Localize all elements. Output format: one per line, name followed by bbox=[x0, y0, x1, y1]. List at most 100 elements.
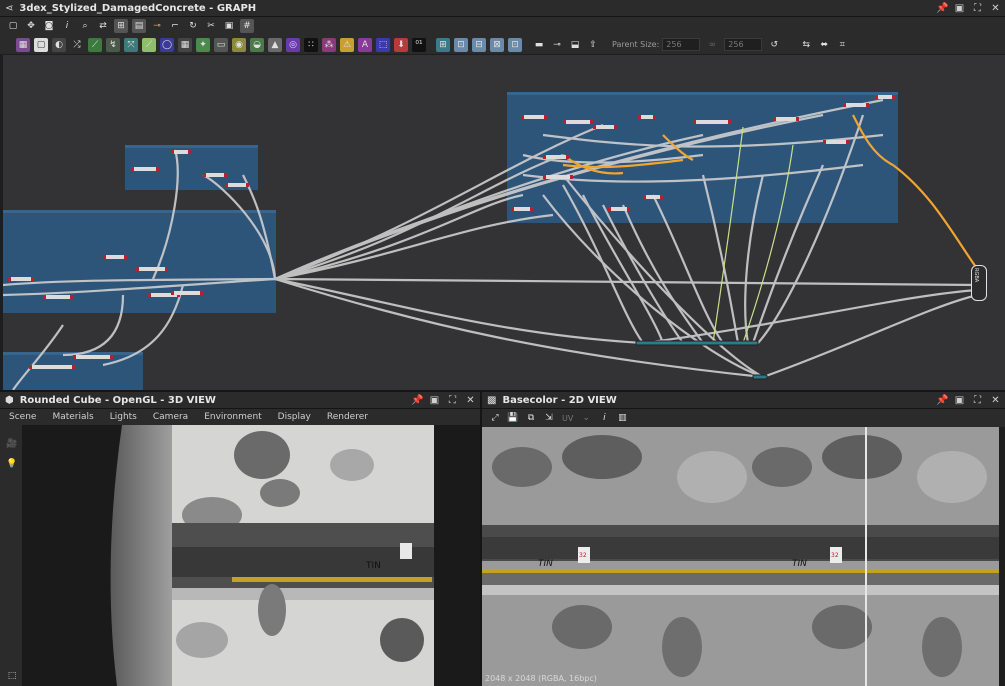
link-icon[interactable]: ⇄ bbox=[96, 19, 110, 33]
node-height-icon[interactable]: ▲ bbox=[268, 37, 282, 52]
graph-node[interactable] bbox=[823, 140, 849, 144]
value-processor-icon[interactable]: ⊡ bbox=[508, 37, 522, 52]
fit-icon[interactable]: ⤢ bbox=[488, 411, 502, 425]
restore-icon[interactable]: ▣ bbox=[954, 3, 965, 14]
menu-environment[interactable]: Environment bbox=[204, 412, 261, 422]
close-icon[interactable]: ✕ bbox=[990, 395, 1001, 406]
copy-icon[interactable]: ⧉ bbox=[524, 411, 538, 425]
info-icon[interactable]: i bbox=[597, 411, 611, 425]
node-color-wheel-icon[interactable]: ◎ bbox=[286, 37, 300, 52]
fx-map-icon[interactable]: ⊡ bbox=[454, 37, 468, 52]
menu-scene[interactable]: Scene bbox=[9, 412, 36, 422]
tools-icon[interactable]: ✂ bbox=[204, 19, 218, 33]
menu-camera[interactable]: Camera bbox=[153, 412, 188, 422]
node-shape-icon[interactable]: ◯ bbox=[160, 37, 174, 52]
graph-node[interactable] bbox=[521, 115, 547, 119]
output-node[interactable]: RGBA bbox=[971, 265, 987, 301]
graph-node[interactable] bbox=[8, 277, 34, 281]
graph-node[interactable] bbox=[563, 120, 593, 124]
uv-select[interactable]: UV bbox=[562, 414, 573, 423]
info-icon[interactable]: i bbox=[60, 19, 74, 33]
view2d-viewport[interactable]: TIN TIN 32 32 2048 x 2048 (RGBA, 16bpc) bbox=[482, 427, 999, 686]
graph-node[interactable] bbox=[225, 183, 249, 187]
node-input-icon[interactable]: ▭ bbox=[214, 37, 228, 52]
graph-node[interactable] bbox=[773, 117, 799, 121]
link-size-icon[interactable]: ∞ bbox=[705, 38, 719, 52]
comp-graph-icon[interactable]: ⊞ bbox=[436, 37, 450, 52]
menu-display[interactable]: Display bbox=[278, 412, 311, 422]
graph-node[interactable] bbox=[136, 267, 168, 271]
connector-icon[interactable]: ⊸ bbox=[150, 19, 164, 33]
node-levels-icon[interactable]: ◐ bbox=[52, 37, 66, 52]
graph-layout-icon[interactable]: ⊞ bbox=[114, 19, 128, 33]
graph-node[interactable] bbox=[638, 115, 656, 119]
close-icon[interactable]: ✕ bbox=[990, 3, 1001, 14]
align-nodes-icon[interactable]: ⇆ bbox=[799, 38, 813, 52]
node-curve-icon[interactable]: ⟋ bbox=[88, 37, 102, 52]
frame-select-icon[interactable]: ▢ bbox=[6, 19, 20, 33]
parent-size-height-select[interactable]: 256 bbox=[724, 38, 763, 51]
fit-view-icon[interactable]: ✥ bbox=[24, 19, 38, 33]
grid-icon[interactable]: ▤ bbox=[132, 19, 146, 33]
restore-icon[interactable]: ▣ bbox=[429, 395, 440, 406]
node-gradient-icon[interactable]: ⟋ bbox=[142, 37, 156, 52]
publish-icon[interactable]: ⇧ bbox=[586, 38, 600, 52]
graph-node[interactable] bbox=[843, 103, 869, 107]
node-transform-icon[interactable]: ⤧ bbox=[124, 37, 138, 52]
node-value-icon[interactable]: ⁰¹ bbox=[412, 37, 426, 52]
graph-node[interactable] bbox=[543, 175, 573, 179]
graph-node[interactable] bbox=[131, 167, 159, 171]
node-output-icon[interactable]: ⬇ bbox=[394, 37, 408, 52]
node-noise-icon[interactable]: ∷ bbox=[304, 37, 318, 52]
node-text-icon[interactable]: A bbox=[358, 37, 372, 52]
graph-node[interactable] bbox=[203, 173, 227, 177]
light-icon[interactable]: 💡 bbox=[5, 457, 19, 471]
node-uniform-color-icon[interactable]: ▢ bbox=[34, 37, 48, 52]
reset-size-icon[interactable]: ↺ bbox=[767, 38, 781, 52]
export-icon[interactable]: ⬓ bbox=[568, 38, 582, 52]
histogram-icon[interactable]: ▥ bbox=[615, 411, 629, 425]
distribute-nodes-icon[interactable]: ⬌ bbox=[817, 38, 831, 52]
restore-icon[interactable]: ▣ bbox=[954, 395, 965, 406]
maximize-icon[interactable]: ⛶ bbox=[447, 395, 458, 406]
pin-icon[interactable]: 📌 bbox=[411, 395, 423, 406]
graph-node[interactable] bbox=[693, 120, 731, 124]
node-bitmap-icon[interactable]: ▦ bbox=[16, 37, 30, 52]
menu-lights[interactable]: Lights bbox=[110, 412, 137, 422]
graph-node[interactable] bbox=[103, 255, 127, 259]
search-icon[interactable]: ⌕ bbox=[78, 19, 92, 33]
node-switch-icon[interactable]: ⤮ bbox=[70, 38, 84, 52]
graph-node[interactable] bbox=[73, 355, 113, 359]
parent-size-width-select[interactable]: 256 bbox=[662, 38, 701, 51]
refresh-icon[interactable]: ↻ bbox=[186, 19, 200, 33]
snap-grid-icon[interactable]: # bbox=[240, 19, 254, 33]
node-tile-icon[interactable]: ▦ bbox=[178, 37, 192, 52]
pin-icon[interactable]: 📌 bbox=[936, 395, 948, 406]
node-frame-icon[interactable]: ⬚ bbox=[376, 37, 390, 52]
comment-icon[interactable]: ▬ bbox=[532, 38, 546, 52]
node-warp-icon[interactable]: ↯ bbox=[106, 37, 120, 52]
node-normal-icon[interactable]: ◒ bbox=[250, 37, 264, 52]
view3d-viewport[interactable]: TIN bbox=[22, 425, 480, 686]
camera-icon[interactable]: 🎥 bbox=[5, 437, 19, 451]
graph-node[interactable] bbox=[608, 207, 630, 211]
align-icon[interactable]: ⌐ bbox=[168, 19, 182, 33]
graph-node[interactable] bbox=[643, 195, 663, 199]
menu-renderer[interactable]: Renderer bbox=[327, 412, 368, 422]
menu-materials[interactable]: Materials bbox=[52, 412, 93, 422]
graph-node[interactable] bbox=[511, 207, 533, 211]
graph-node[interactable] bbox=[593, 125, 617, 129]
graph-node[interactable] bbox=[43, 295, 73, 299]
node-warning-icon[interactable]: ⚠ bbox=[340, 37, 354, 52]
graph-node[interactable] bbox=[543, 155, 569, 159]
node-pixel-icon[interactable]: ⁂ bbox=[322, 37, 336, 52]
node-fx-icon[interactable]: ✦ bbox=[196, 37, 210, 52]
export-image-icon[interactable]: ⇲ bbox=[542, 411, 556, 425]
snap-nodes-icon[interactable]: ⌗ bbox=[835, 38, 849, 52]
save-icon[interactable]: 💾 bbox=[506, 411, 520, 425]
pixel-processor-icon[interactable]: ⊠ bbox=[490, 37, 504, 52]
maximize-icon[interactable]: ⛶ bbox=[972, 395, 983, 406]
render-log-icon[interactable]: ⬚ bbox=[5, 669, 19, 683]
graph-node[interactable] bbox=[875, 95, 895, 99]
maximize-icon[interactable]: ⛶ bbox=[972, 3, 983, 14]
